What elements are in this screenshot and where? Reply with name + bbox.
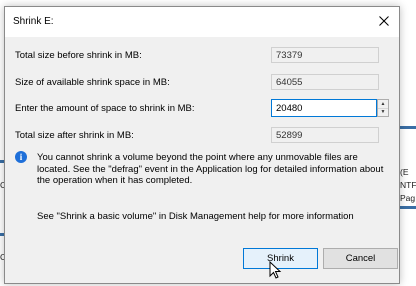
spin-buttons[interactable]: ▲ ▼ [377, 99, 389, 117]
total-after-label: Total size after shrink in MB: [15, 130, 134, 141]
dialog-title: Shrink E: [13, 16, 54, 27]
shrink-button[interactable]: Shrink [243, 248, 318, 269]
total-before-label: Total size before shrink in MB: [15, 50, 142, 61]
shrink-dialog: Shrink E: Total size before shrink in MB… [4, 6, 400, 284]
close-icon[interactable] [373, 10, 395, 32]
info-message: You cannot shrink a volume beyond the po… [37, 152, 384, 186]
shrink-amount-input[interactable] [271, 99, 377, 117]
background-text-3: Pag [400, 193, 416, 203]
shrink-amount-stepper[interactable]: ▲ ▼ [271, 99, 389, 117]
available-space-value: 64055 [271, 74, 379, 90]
cancel-button[interactable]: Cancel [323, 248, 398, 269]
background-divider [398, 206, 416, 209]
background-text-2: NTF [400, 180, 416, 190]
background-text-1: (E [400, 167, 409, 177]
total-before-value: 73379 [271, 47, 379, 63]
shrink-amount-label: Enter the amount of space to shrink in M… [15, 103, 195, 114]
spin-down-icon[interactable]: ▼ [378, 108, 388, 116]
title-bar: Shrink E: [5, 7, 399, 37]
info-icon: i [15, 151, 27, 163]
background-divider [398, 126, 416, 129]
available-space-label: Size of available shrink space in MB: [15, 77, 170, 88]
help-message: See "Shrink a basic volume" in Disk Mana… [37, 211, 354, 222]
total-after-value: 52899 [271, 127, 379, 143]
